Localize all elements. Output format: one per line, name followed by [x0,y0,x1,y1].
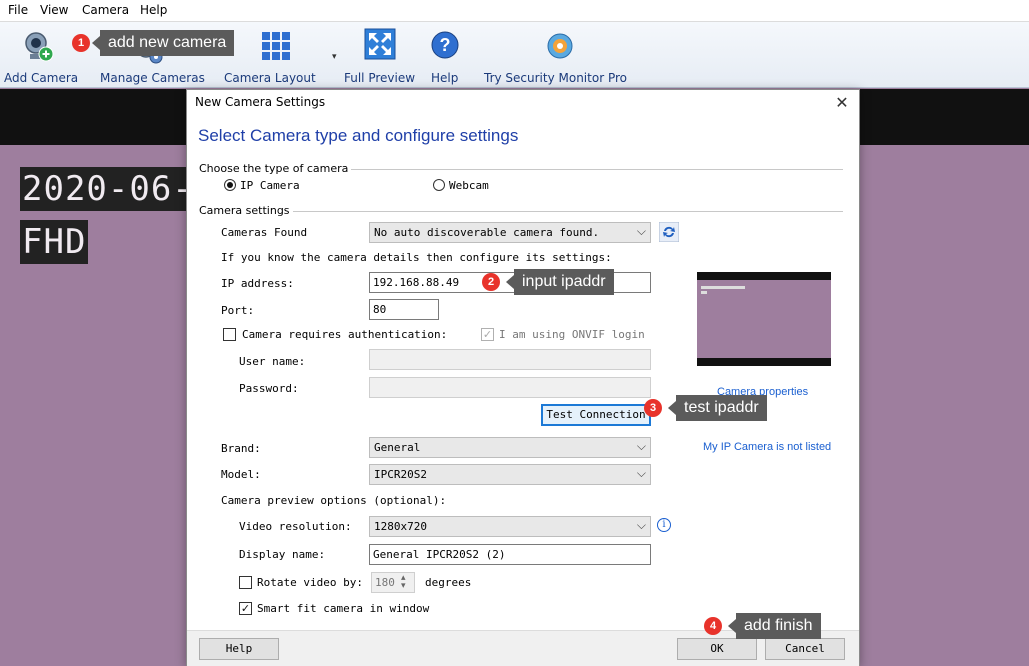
camera-preview-thumbnail [697,272,831,366]
rotate-video-checkbox[interactable] [239,576,252,589]
try-pro-label: Try Security Monitor Pro [484,71,627,85]
onvif-login-checkbox[interactable]: ✓ [481,328,494,341]
try-pro-button[interactable]: Try Security Monitor Pro [484,22,648,88]
webcam-label: Webcam [449,179,489,192]
webcam-radio[interactable] [433,179,445,191]
cameras-found-value: No auto discoverable camera found. [374,226,600,239]
dialog-heading: Select Camera type and configure setting… [198,126,519,145]
help-toolbar-button[interactable]: ? Help [428,22,468,88]
help-button[interactable]: Help [199,638,279,660]
manage-cameras-label: Manage Cameras [100,71,205,85]
know-details-text: If you know the camera details then conf… [221,251,612,264]
callout-text: add finish [728,613,821,639]
test-connection-button[interactable]: Test Connection [541,404,651,426]
thumbnail-osd-line [701,286,745,289]
help-icon: ? [431,31,459,59]
menu-camera[interactable]: Camera [82,3,129,17]
type-group-label: Choose the type of camera [199,162,352,175]
add-camera-button[interactable]: Add Camera [4,22,90,88]
cancel-button[interactable]: Cancel [765,638,845,660]
thumbnail-bottom-band [697,358,831,366]
osd-quality: FHD [20,220,89,264]
brand-select[interactable]: General ⌵ [369,437,651,458]
add-camera-icon [25,32,54,62]
brand-value: General [374,441,421,454]
smart-fit-label: Smart fit camera in window [257,602,430,615]
callout-text: test ipaddr [668,395,767,421]
password-label: Password: [239,382,299,395]
degrees-label: degrees [425,576,472,589]
settings-group-divider [281,211,843,212]
camera-layout-button[interactable]: ▾ Camera Layout [224,22,337,88]
security-target-icon [547,33,573,59]
model-select[interactable]: IPCR20S2 ⌵ [369,464,651,485]
port-label: Port: [221,304,255,317]
callout-number: 3 [644,399,662,417]
full-preview-label: Full Preview [344,71,416,85]
full-preview-button[interactable]: Full Preview [344,22,420,88]
menu-bar: File View Camera Help [0,0,1029,22]
not-listed-link[interactable]: My IP Camera is not listed [703,441,831,453]
menu-view[interactable]: View [40,3,68,17]
cameras-found-select[interactable]: No auto discoverable camera found. ⌵ [369,222,651,243]
chevron-down-icon: ⌵ [636,439,646,453]
ok-button[interactable]: OK [677,638,757,660]
password-input[interactable] [369,377,651,398]
ip-camera-label: IP Camera [240,179,300,192]
username-input[interactable] [369,349,651,370]
spinner-arrows-icon[interactable]: ▴ ▾ [401,574,406,591]
thumbnail-top-band [697,272,831,280]
callout-text: add new camera [91,30,235,56]
type-group-divider [287,169,843,170]
onvif-login-label: I am using ONVIF login [499,328,645,341]
dialog-title: New Camera Settings [195,95,326,109]
resolution-label: Video resolution: [239,520,352,533]
chevron-down-icon[interactable]: ▾ [332,52,337,62]
add-camera-label: Add Camera [4,71,79,85]
dialog-titlebar[interactable]: New Camera Settings ✕ [187,90,859,116]
refresh-icon[interactable] [659,222,679,242]
thumbnail-osd-line [701,291,707,294]
chevron-down-icon: ⌵ [636,224,646,238]
brand-label: Brand: [221,442,261,455]
help-toolbar-label: Help [431,71,459,85]
new-camera-dialog: New Camera Settings ✕ Select Camera type… [186,89,860,666]
camera-layout-icon [262,32,290,60]
chevron-down-icon: ⌵ [636,466,646,480]
smart-fit-checkbox[interactable]: ✓ [239,602,252,615]
callout-number: 4 [704,617,722,635]
cameras-found-label: Cameras Found [221,226,308,239]
callout-text: input ipaddr [506,269,614,295]
camera-layout-label: Camera Layout [224,71,316,85]
model-label: Model: [221,468,261,481]
settings-group-label: Camera settings [199,204,293,217]
rotate-video-label: Rotate video by: [257,576,363,589]
requires-auth-label: Camera requires authentication: [242,328,448,341]
rotate-degrees-input[interactable]: 180 [371,572,415,593]
port-input[interactable]: 80 [369,299,439,320]
fullscreen-icon [364,28,396,60]
menu-file[interactable]: File [8,3,28,17]
osd-date: 2020-06- [20,167,196,211]
resolution-select[interactable]: 1280x720 ⌵ [369,516,651,537]
model-value: IPCR20S2 [374,468,427,481]
display-name-input[interactable]: General IPCR20S2 (2) [369,544,651,565]
chevron-down-icon: ⌵ [636,518,646,532]
resolution-value: 1280x720 [374,520,427,533]
info-icon[interactable]: i [657,518,671,532]
menu-help[interactable]: Help [140,3,167,17]
preview-options-label: Camera preview options (optional): [221,494,447,507]
display-name-label: Display name: [239,548,326,561]
svg-text:?: ? [440,35,451,55]
ip-camera-radio[interactable] [224,179,236,191]
callout-number: 2 [482,273,500,291]
close-icon[interactable]: ✕ [831,92,853,114]
ip-address-label: IP address: [221,277,294,290]
requires-auth-checkbox[interactable] [223,328,236,341]
callout-number: 1 [72,34,90,52]
username-label: User name: [239,355,306,368]
